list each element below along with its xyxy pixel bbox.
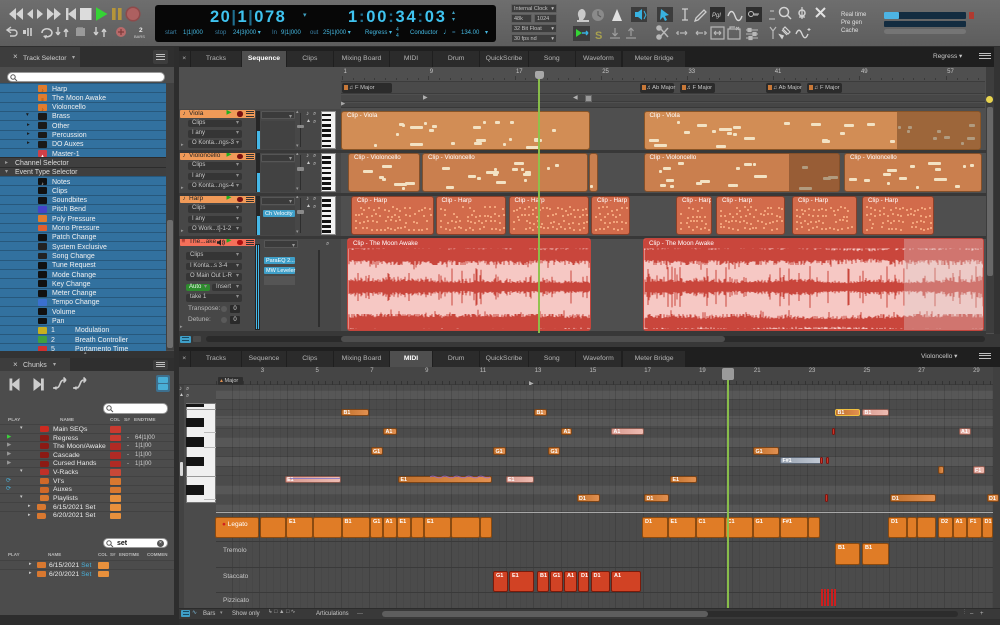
svg-text:Pgl: Pgl <box>712 13 721 19</box>
svg-text:BARS: BARS <box>134 34 145 39</box>
svg-text:S: S <box>595 30 602 42</box>
svg-text:2: 2 <box>139 27 143 34</box>
